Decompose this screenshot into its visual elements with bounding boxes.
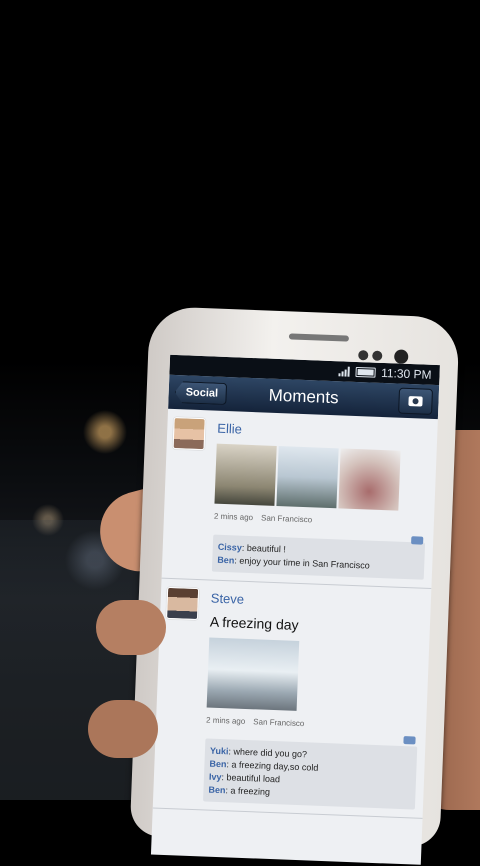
photo-grid [214,443,428,512]
comment-text: where did you go? [233,746,308,760]
comment-author[interactable]: Ben [209,759,226,770]
comment-author[interactable]: Ben [217,555,234,566]
post-meta: 2 mins ago San Francisco [206,715,418,732]
post: Ellie 2 mins ago San Francisco Cissy: be… [161,408,438,590]
front-camera-icon [393,349,409,364]
post-author[interactable]: Ellie [217,421,429,444]
phone-speaker [288,333,350,342]
avatar[interactable] [166,586,200,621]
photo-thumbnail[interactable] [338,448,401,511]
post-location: San Francisco [260,513,313,525]
photo-thumbnail[interactable] [214,443,277,506]
avatar[interactable] [172,416,206,451]
battery-icon [354,366,376,378]
photo-thumbnail[interactable] [276,446,339,509]
comment-author[interactable]: Cissy [218,542,242,553]
photo-thumbnail[interactable] [206,637,300,711]
comment-author[interactable]: Yuki [210,746,229,757]
post: Steve A freezing day 2 mins ago San Fran… [152,578,432,819]
post-location: San Francisco [253,717,305,729]
comment-author[interactable]: Ben [208,785,225,796]
comment-text: a freezing [230,785,271,797]
post-time: 2 mins ago [205,715,246,726]
signal-icon [337,366,350,377]
status-time: 11:30 PM [380,365,432,382]
post-text: A freezing day [209,613,299,633]
comment-text: beautiful ! [246,542,287,555]
phone: 11:30 PM Social Moments Ellie 2 mins ago… [129,306,460,865]
hand-finger [88,700,158,758]
comment-text: beautiful load [226,772,281,785]
comment-text: a freezing day,so cold [231,759,319,773]
hand-finger [96,600,166,655]
sensor-icon [372,350,383,361]
comment-author[interactable]: Ivy [209,772,222,782]
camera-button[interactable] [398,387,434,415]
comment-list: Yuki: where did you go? Ben: a freezing … [203,738,418,810]
photo-grid [206,637,422,716]
camera-icon [408,395,423,407]
sensor-icon [358,350,369,361]
comment-icon[interactable] [403,736,416,745]
phone-screen: 11:30 PM Social Moments Ellie 2 mins ago… [150,354,440,865]
comment-text: enjoy your time in San Francisco [239,555,370,571]
post-meta: 2 mins ago San Francisco [214,512,426,529]
back-button[interactable]: Social [174,381,227,405]
comment-list: Cissy: beautiful ! Ben: enjoy your time … [211,534,426,580]
post-author[interactable]: Steve [211,591,423,614]
comment-icon[interactable] [411,536,424,545]
post-time: 2 mins ago [213,511,254,523]
